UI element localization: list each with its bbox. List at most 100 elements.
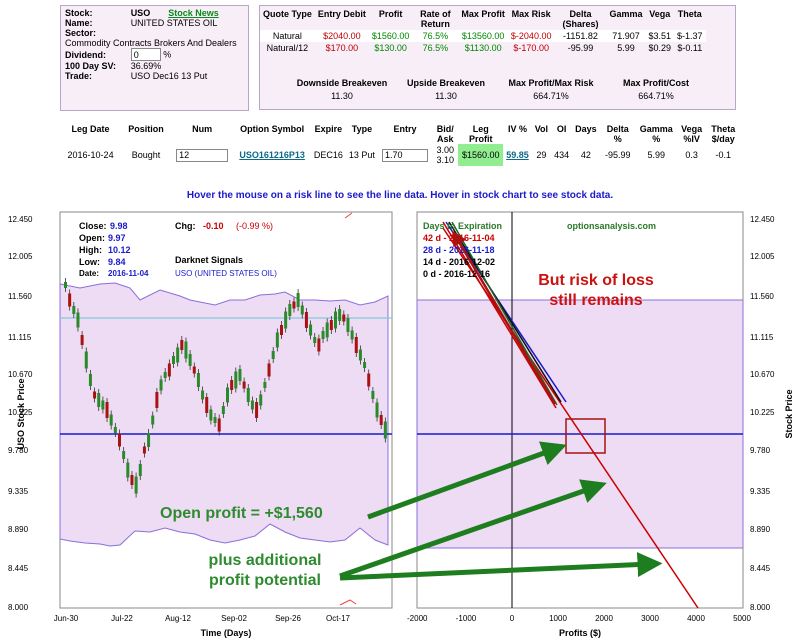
candle-body <box>367 373 371 387</box>
candle-body <box>105 402 109 418</box>
candle-body <box>263 382 267 388</box>
quote-cell: Natural/12 <box>260 42 315 54</box>
qt-header: Entry Debit <box>317 9 366 19</box>
dividend-input[interactable] <box>130 48 161 61</box>
leg-header: Leg Profit <box>468 124 493 144</box>
candle-body <box>255 402 259 418</box>
candle-body <box>288 304 292 316</box>
stock-ytick: 8.890 <box>8 525 29 534</box>
leg-num-input[interactable] <box>176 148 229 162</box>
candle-body <box>109 414 113 426</box>
leg-header: Position <box>128 124 164 134</box>
risk-annotation-line2: still remains <box>549 292 643 309</box>
candle-body <box>342 314 346 322</box>
candle-body <box>147 433 151 447</box>
charts-svg: 12.450 12.005 11.560 11.115 10.670 10.22… <box>8 211 794 638</box>
dividend-unit: % <box>163 49 172 60</box>
leg-days: 42 <box>580 150 591 160</box>
candle-body <box>134 476 138 494</box>
candle-body <box>309 324 313 336</box>
chg-pct: (-0.99 %) <box>236 221 273 231</box>
stock-xlabel: Time (Days) <box>201 628 252 638</box>
candle-body <box>172 356 175 364</box>
risk-annotation-line1: But risk of loss <box>538 272 654 289</box>
leg-header: Theta $/day <box>711 124 736 144</box>
quote-cell: $2040.00 <box>314 30 369 42</box>
stock-ytick: 12.005 <box>8 252 33 261</box>
candle-body <box>246 388 250 402</box>
leg-expire: DEC16 <box>313 150 343 160</box>
candle-body <box>259 394 263 406</box>
candle-body <box>267 363 271 377</box>
potential-annotation-line1: plus additional <box>208 552 322 569</box>
risk-xtick: 3000 <box>641 614 659 623</box>
candle-body <box>304 312 308 328</box>
candle-body <box>138 464 142 476</box>
candle-body <box>350 330 354 340</box>
quote-cell: $3.51 <box>645 30 675 42</box>
leg-header: Expire <box>314 124 343 134</box>
candle-body <box>159 379 163 391</box>
stock-news-link[interactable]: Stock News <box>168 8 219 18</box>
candle-body <box>358 349 362 361</box>
candle-body <box>130 475 134 485</box>
risk-xtick: -2000 <box>407 614 428 623</box>
candle-body <box>242 381 246 389</box>
dividend-label: Dividend: <box>65 49 107 60</box>
candle-body <box>379 415 383 425</box>
candle-body <box>275 332 279 348</box>
risk-ytick: 8.445 <box>750 564 771 573</box>
high-value: 10.12 <box>108 245 131 255</box>
sv-label: 100 Day SV: <box>65 61 117 71</box>
candle-body <box>180 340 184 350</box>
sv-value: 36.69% <box>130 61 162 71</box>
risk-ytick: 12.450 <box>750 215 775 224</box>
stock-xtick: Jul-22 <box>111 614 133 623</box>
candle-body <box>155 392 159 408</box>
leg-iv-link[interactable]: 59.85 <box>506 150 529 160</box>
quote-panel: Quote Type Entry Debit Profit Rate of Re… <box>259 5 736 110</box>
leg-header: Delta % <box>606 124 629 144</box>
option-symbol-link[interactable]: USO161216P13 <box>239 150 305 160</box>
maxprofit-cost-label: Max Profit/Cost <box>622 78 689 88</box>
leg-table: Leg Date Position Num Option Symbol Expi… <box>60 124 740 166</box>
quote-cell: $-1.37 <box>674 30 706 42</box>
low-value: 9.84 <box>108 257 126 267</box>
candle-body <box>88 374 92 386</box>
candle-body <box>84 351 88 369</box>
date-value: 2016-11-04 <box>108 269 149 278</box>
quote-cell: $0.29 <box>645 42 675 54</box>
risk-ytick: 8.000 <box>750 603 771 612</box>
stock-ytick: 12.450 <box>8 215 33 224</box>
stock-ylabel: USO Stock Price <box>16 378 26 449</box>
high-label: High: <box>79 245 102 255</box>
candle-body <box>226 387 229 403</box>
candle-body <box>188 354 192 366</box>
risk-ytick: 11.560 <box>750 292 774 301</box>
close-value: 9.98 <box>110 221 128 231</box>
leg-entry-input[interactable] <box>382 148 429 162</box>
quote-table: Quote Type Entry Debit Profit Rate of Re… <box>260 8 706 54</box>
stock-symbol: USO <box>130 8 151 18</box>
hint-text: Hover the mouse on a risk line to see th… <box>186 190 614 201</box>
stock-label: Stock: <box>65 8 93 18</box>
risk-xtick: 4000 <box>687 614 705 623</box>
stock-ytick: 10.670 <box>8 370 33 379</box>
leg-header: Entry <box>393 124 417 134</box>
candle-body <box>230 380 234 390</box>
qt-header: Max Risk <box>511 9 551 19</box>
candle-body <box>72 306 76 314</box>
trade-label: Trade: <box>65 71 93 81</box>
candle-body <box>354 337 358 353</box>
stock-xtick: Sep-26 <box>275 614 301 623</box>
candle-body <box>167 363 171 377</box>
risk-xtick: 1000 <box>549 614 567 623</box>
candle-body <box>64 282 67 288</box>
name-label: Name: <box>65 18 93 28</box>
chg-value: -0.10 <box>203 221 224 231</box>
risk-ytick: 10.225 <box>750 408 775 417</box>
quote-cell: 5.99 <box>606 42 646 54</box>
leg-gamma: 5.99 <box>647 150 666 160</box>
quote-cell: $13560.00 <box>458 30 508 42</box>
quote-cell: 71.907 <box>606 30 646 42</box>
